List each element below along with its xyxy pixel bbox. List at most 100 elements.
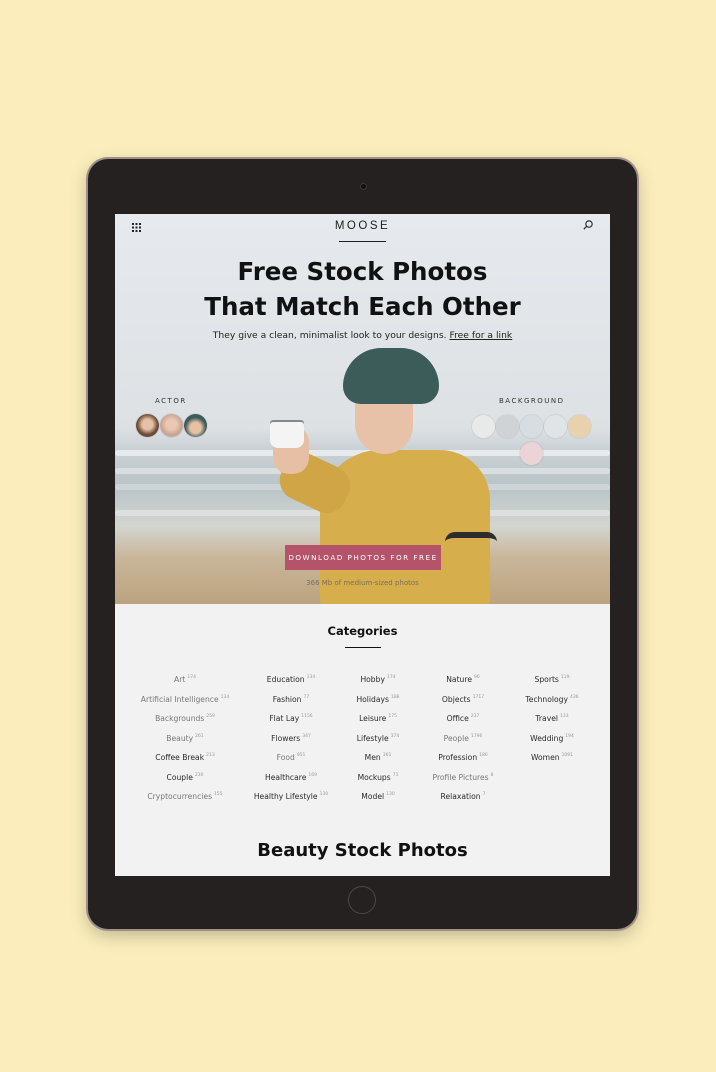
- background-label: BACKGROUND: [499, 397, 565, 405]
- category-item[interactable]: Backgrounds 259: [125, 714, 245, 734]
- category-count: 259: [206, 714, 215, 720]
- category-name: Fashion: [272, 694, 302, 704]
- hero-title-line1: Free Stock Photos: [237, 257, 488, 286]
- background-swatch-6[interactable]: [520, 442, 543, 465]
- category-count: 119: [560, 675, 570, 681]
- category-name: Model: [361, 792, 385, 801]
- category-name: Healthy Lifestyle: [253, 792, 318, 801]
- category-item[interactable]: Women 1091: [492, 753, 610, 773]
- category-name: Men: [364, 753, 381, 762]
- home-button[interactable]: [348, 886, 376, 914]
- background-swatch-3[interactable]: [520, 415, 543, 438]
- category-count: 237: [470, 714, 480, 720]
- actor-avatar-2[interactable]: [160, 414, 183, 437]
- tablet-frame: MOOSE Free Stock Photos That Match Each …: [88, 159, 637, 929]
- section-title: Beauty Stock Photos: [257, 840, 468, 861]
- category-name: Nature: [446, 675, 473, 684]
- category-count: 361: [382, 753, 392, 759]
- category-name: Couple: [166, 772, 193, 782]
- category-name: People: [443, 733, 469, 743]
- category-name: Healthcare: [265, 772, 307, 782]
- category-count: 7: [482, 792, 486, 798]
- background-swatch-4[interactable]: [544, 415, 567, 438]
- category-count: 133: [559, 714, 569, 720]
- category-item[interactable]: Profile Pictures 8: [403, 773, 523, 793]
- category-name: Women: [530, 753, 560, 762]
- category-count: 347: [302, 733, 311, 739]
- category-item[interactable]: Beauty 261: [125, 734, 245, 754]
- category-item[interactable]: Couple 230: [125, 773, 245, 793]
- category-name: Art: [174, 675, 186, 684]
- category-item[interactable]: Cryptocurrencies 155: [125, 792, 245, 812]
- category-name: Profession: [438, 753, 478, 762]
- category-item[interactable]: Technology 436: [492, 695, 610, 715]
- screen: MOOSE Free Stock Photos That Match Each …: [115, 214, 610, 876]
- background-swatch-1[interactable]: [472, 415, 495, 438]
- category-count: 186: [479, 753, 488, 759]
- hero-subtitle: They give a clean, minimalist look to yo…: [115, 330, 610, 341]
- category-name: Office: [446, 714, 469, 723]
- categories-title: Categories: [327, 624, 398, 638]
- category-name: Leisure: [359, 714, 387, 723]
- category-item[interactable]: Travel 133: [492, 714, 610, 734]
- category-name: Technology: [525, 694, 568, 704]
- category-count: 71: [392, 772, 399, 778]
- wheelchair-handle: [445, 532, 497, 556]
- category-name: Objects: [441, 694, 471, 704]
- category-count: 951: [296, 753, 306, 759]
- search-icon[interactable]: [583, 220, 593, 233]
- hero-photo-cap: [343, 348, 439, 404]
- category-name: Food: [276, 753, 295, 762]
- category-item[interactable]: Relaxation 7: [403, 792, 523, 812]
- category-item[interactable]: Sports 119: [492, 675, 610, 695]
- camera-icon: [360, 183, 367, 190]
- category-count: 194: [565, 733, 574, 739]
- actor-avatar-3[interactable]: [184, 414, 207, 437]
- background-swatch-2[interactable]: [496, 415, 519, 438]
- category-name: Holidays: [356, 694, 389, 704]
- free-for-link-link[interactable]: Free for a link: [449, 330, 512, 341]
- category-column: Sports 119 Technology 436 Travel 133 Wedding 19…: [492, 675, 610, 773]
- category-item[interactable]: Artificial Intelligence 134: [125, 695, 245, 715]
- category-name: Hobby: [360, 675, 385, 684]
- brand-logo[interactable]: MOOSE: [115, 220, 610, 232]
- category-name: Travel: [535, 714, 558, 723]
- category-name: Artificial Intelligence: [140, 694, 219, 704]
- category-name: Sports: [534, 675, 559, 684]
- categories-underline: [345, 647, 381, 648]
- category-count: 230: [194, 772, 204, 778]
- actor-avatar-1[interactable]: [136, 414, 159, 437]
- category-item[interactable]: Coffee Break 213: [125, 753, 245, 773]
- category-name: Wedding: [530, 733, 564, 743]
- category-count: 174: [386, 675, 396, 681]
- category-count: 169: [308, 772, 317, 778]
- category-column: Art 174 Artificial Intelligence 134 Backgrou…: [125, 675, 245, 812]
- hero-title: Free Stock Photos That Match Each Other: [115, 254, 610, 324]
- background-swatch-5[interactable]: [568, 415, 591, 438]
- category-item[interactable]: Wedding 194: [492, 734, 610, 754]
- brand-underline: [339, 241, 386, 242]
- hero-subtitle-text: They give a clean, minimalist look to yo…: [212, 330, 450, 341]
- category-count: 96: [474, 675, 480, 681]
- hero-section: MOOSE Free Stock Photos That Match Each …: [115, 214, 610, 604]
- category-count: 134: [220, 694, 230, 700]
- actor-label: ACTOR: [155, 397, 187, 405]
- category-name: Beauty: [166, 733, 194, 743]
- category-item[interactable]: Art 174: [125, 675, 245, 695]
- download-photos-button[interactable]: DOWNLOAD PHOTOS FOR FREE: [285, 545, 441, 570]
- category-count: 77: [303, 694, 310, 700]
- category-name: Relaxation: [440, 792, 481, 801]
- category-name: Profile Pictures: [432, 772, 489, 782]
- download-size-note: 366 Mb of medium-sized photos: [306, 579, 419, 587]
- category-name: Coffee Break: [155, 753, 205, 762]
- category-name: Flat Lay: [269, 714, 300, 723]
- category-count: 175: [388, 714, 397, 720]
- category-count: 8: [490, 772, 494, 778]
- category-count: 174: [187, 675, 196, 681]
- category-name: Lifestyle: [356, 733, 389, 743]
- category-count: 130: [386, 792, 395, 798]
- category-name: Flowers: [271, 733, 301, 743]
- category-count: 213: [206, 753, 215, 759]
- category-count: 374: [390, 733, 400, 739]
- category-count: 1796: [470, 733, 483, 739]
